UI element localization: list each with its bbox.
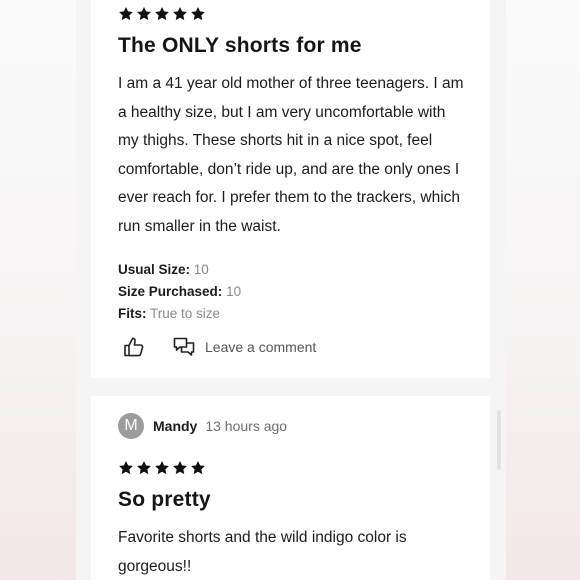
review-body-line: Favorite shorts and the wild indigo colo… bbox=[118, 529, 407, 546]
star-icon bbox=[191, 7, 205, 21]
fits-row: Fits: True to size bbox=[118, 303, 241, 325]
size-purchased-value: 10 bbox=[226, 284, 242, 299]
star-icon bbox=[173, 7, 187, 21]
review-body-line: I am a 41 year old mother of three teena… bbox=[118, 75, 464, 92]
reviews-list: The ONLY shorts for me I am a 41 year ol… bbox=[76, 0, 506, 580]
review-card: M Mandy 13 hours ago So pretty Favorite … bbox=[91, 396, 490, 580]
leave-comment-button[interactable]: Leave a comment bbox=[172, 335, 316, 359]
leave-comment-label: Leave a comment bbox=[205, 339, 317, 355]
fits-value: True to size bbox=[150, 306, 221, 321]
review-body-line: a healthy size, but I am very uncomforta… bbox=[118, 103, 446, 121]
review-title: So pretty bbox=[118, 488, 211, 511]
star-rating bbox=[118, 6, 206, 22]
review-card: The ONLY shorts for me I am a 41 year ol… bbox=[91, 0, 490, 378]
usual-size-label: Usual Size: bbox=[118, 262, 191, 277]
usual-size-row: Usual Size: 10 bbox=[118, 259, 241, 281]
review-body-line: ever reach for. I prefer them to the tra… bbox=[118, 189, 461, 207]
star-icon bbox=[119, 7, 133, 21]
star-icon bbox=[137, 7, 151, 21]
star-icon bbox=[191, 461, 205, 475]
fits-label: Fits: bbox=[118, 306, 147, 321]
star-icon bbox=[155, 7, 169, 21]
review-actions: Leave a comment bbox=[122, 335, 316, 359]
reviewer-info: M Mandy 13 hours ago bbox=[118, 413, 287, 439]
review-title: The ONLY shorts for me bbox=[118, 34, 362, 57]
size-purchased-row: Size Purchased: 10 bbox=[118, 281, 241, 303]
review-body-line: my thighs. These shorts hit in a nice sp… bbox=[118, 132, 433, 150]
star-icon bbox=[155, 461, 169, 475]
review-body-line: comfortable, don’t ride up, and are the … bbox=[118, 160, 460, 178]
fit-details: Usual Size: 10 Size Purchased: 10 Fits: … bbox=[118, 259, 241, 325]
review-body-line: run smaller in the waist. bbox=[118, 217, 281, 235]
star-icon bbox=[173, 461, 187, 475]
scrollbar[interactable] bbox=[497, 410, 501, 470]
star-rating bbox=[118, 460, 206, 476]
review-body: Favorite shorts and the wild indigo colo… bbox=[118, 524, 470, 581]
star-icon bbox=[119, 461, 133, 475]
review-body: I am a 41 year old mother of three teena… bbox=[118, 70, 470, 242]
background-right bbox=[506, 0, 580, 580]
size-purchased-label: Size Purchased: bbox=[118, 284, 223, 299]
review-timestamp: 13 hours ago bbox=[205, 418, 288, 434]
avatar: M bbox=[118, 413, 144, 439]
usual-size-value: 10 bbox=[193, 262, 209, 277]
reviewer-name: Mandy bbox=[153, 418, 198, 434]
thumbs-up-icon[interactable] bbox=[122, 335, 146, 359]
background-left bbox=[0, 0, 76, 580]
star-icon bbox=[137, 461, 151, 475]
review-body-line: gorgeous!! bbox=[118, 557, 192, 575]
speech-bubbles-icon bbox=[173, 337, 195, 356]
